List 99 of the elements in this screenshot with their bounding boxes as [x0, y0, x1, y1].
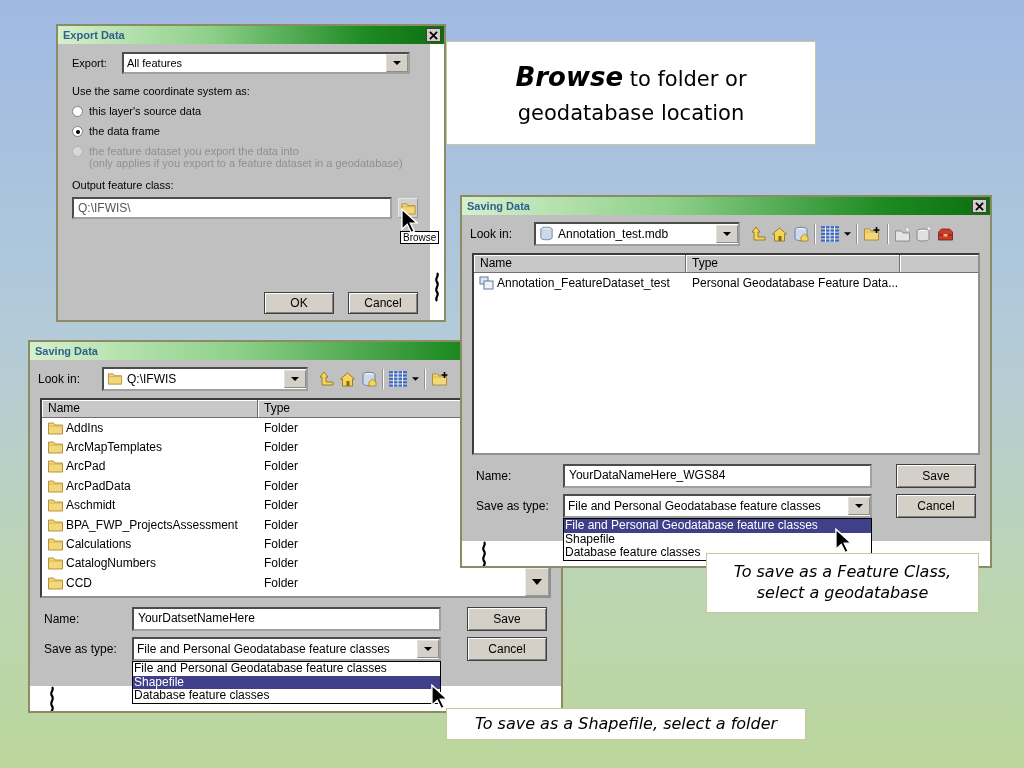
item-type: Folder [263, 537, 298, 552]
dialog-button[interactable]: Cancel [896, 494, 976, 518]
item-name: ArcPadData [66, 478, 131, 493]
database-home-icon[interactable] [361, 370, 377, 387]
name-field[interactable]: YourDataNameHere_WGS84 [563, 464, 872, 488]
column-header[interactable]: Name [42, 400, 258, 418]
dialog-button[interactable]: Save [467, 607, 547, 631]
dropdown-option[interactable]: File and Personal Geodatabase feature classes [133, 662, 440, 676]
home-icon[interactable] [771, 225, 788, 242]
feature-dataset-icon [479, 274, 495, 291]
new-folder-icon[interactable] [431, 370, 450, 387]
dropdown-option[interactable]: Shapefile [133, 675, 440, 689]
window-title: Saving Data [467, 200, 530, 212]
folder-icon [47, 574, 64, 591]
folder-icon [47, 555, 64, 572]
item-type: Folder [263, 498, 298, 513]
name-field[interactable]: YourDatsetNameHere [132, 607, 441, 631]
export-dropdown[interactable]: All features [122, 52, 410, 74]
field-label: Name: [476, 469, 513, 483]
item-name: Aschmidt [66, 498, 116, 513]
close-icon[interactable] [972, 199, 987, 213]
squiggle-icon [480, 541, 488, 566]
item-name: ArcPad [66, 459, 106, 474]
list-view-icon[interactable] [389, 370, 407, 387]
toolbox-icon[interactable] [937, 225, 954, 242]
radio-button[interactable] [72, 126, 83, 137]
caret-icon[interactable] [412, 376, 419, 381]
folder-icon [47, 477, 64, 494]
folder-icon [107, 371, 123, 386]
item-type: Folder [263, 517, 298, 532]
list-view-icon[interactable] [821, 225, 839, 242]
home-icon[interactable] [339, 370, 356, 387]
dropdown-option[interactable]: Shapefile [564, 532, 871, 546]
database-home-icon[interactable] [793, 225, 809, 242]
field-label: Export: [72, 57, 108, 69]
database-icon [539, 226, 554, 241]
new-database-icon[interactable] [916, 225, 932, 242]
dropdown-option[interactable]: File and Personal Geodatabase feature classes [564, 519, 871, 533]
item-name: BPA_FWP_ProjectsAssessment [66, 517, 238, 532]
caret-icon [848, 497, 870, 515]
section-label: Use the same coordinate system as: [72, 85, 251, 97]
caret-icon [417, 640, 439, 658]
field-label: Save as type: [44, 642, 118, 656]
item-name: Annotation_FeatureDataset_test [497, 275, 670, 290]
window-title: Export Data [63, 29, 125, 41]
item-name: ArcMapTemplates [66, 440, 163, 455]
look-in-dropdown[interactable]: Annotation_test.mdb [534, 221, 740, 246]
save-type-dropdown[interactable]: File and Personal Geodatabase feature classes [132, 637, 441, 661]
new-container-icon[interactable] [894, 225, 911, 242]
caret-icon[interactable] [844, 231, 851, 236]
item-type: Folder [263, 420, 298, 435]
column-header[interactable] [900, 255, 978, 273]
dialog-button[interactable]: OK [264, 292, 334, 314]
option-label: this layer's source data [89, 105, 202, 117]
item-name: CCD [66, 575, 92, 590]
item-name: CatalogNumbers [66, 556, 157, 571]
squiggle-icon [433, 272, 441, 302]
folder-icon [47, 516, 64, 533]
new-folder-icon[interactable] [863, 225, 882, 242]
folder-icon [47, 458, 64, 475]
folder-icon [47, 419, 64, 436]
item-name: AddIns [66, 420, 104, 435]
look-in-dropdown[interactable]: Q:\IFWIS [102, 366, 308, 391]
folder-icon [47, 497, 64, 514]
caret-icon [386, 54, 408, 72]
field-label: Save as type: [476, 499, 550, 513]
caret-icon [716, 224, 738, 243]
scroll-down-icon[interactable] [525, 568, 549, 596]
radio-button[interactable] [72, 106, 83, 117]
item-type: Folder [263, 459, 298, 474]
folder-icon [47, 536, 64, 553]
save-type-dropdown[interactable]: File and Personal Geodatabase feature classes [563, 494, 872, 518]
close-icon[interactable] [426, 28, 441, 42]
item-type: Folder [263, 575, 298, 590]
caret-icon [284, 369, 306, 388]
callout-text: Browse to folder or geodatabase location [446, 41, 816, 145]
item-name: Calculations [66, 537, 132, 552]
item-type: Personal Geodatabase Feature Data... [691, 275, 899, 290]
column-header[interactable]: Type [686, 255, 900, 273]
item-type: Folder [263, 440, 298, 455]
squiggle-icon [48, 686, 56, 711]
dialog-button[interactable]: Cancel [348, 292, 418, 314]
window-title: Saving Data [35, 345, 98, 357]
column-header[interactable]: Name [474, 255, 686, 273]
tooltip: Browse [400, 231, 440, 244]
item-type: Folder [263, 478, 298, 493]
callout-text: To save as a Shapefile, select a folder [446, 708, 806, 740]
output-field[interactable]: Q:\IFWIS\ [72, 197, 392, 219]
dialog-button[interactable]: Save [896, 464, 976, 488]
callout-text: To save as a Feature Class, select a geodatabase [706, 553, 979, 613]
field-label: Output feature class: [72, 179, 175, 191]
cursor-icon [834, 528, 852, 556]
dialog-button[interactable]: Cancel [467, 637, 547, 661]
field-label: Name: [44, 612, 81, 626]
field-label: Look in: [470, 226, 514, 241]
field-label: Look in: [38, 371, 82, 386]
option-label: the data frame [89, 125, 160, 137]
folder-icon [47, 439, 64, 456]
item-type: Folder [263, 556, 298, 571]
